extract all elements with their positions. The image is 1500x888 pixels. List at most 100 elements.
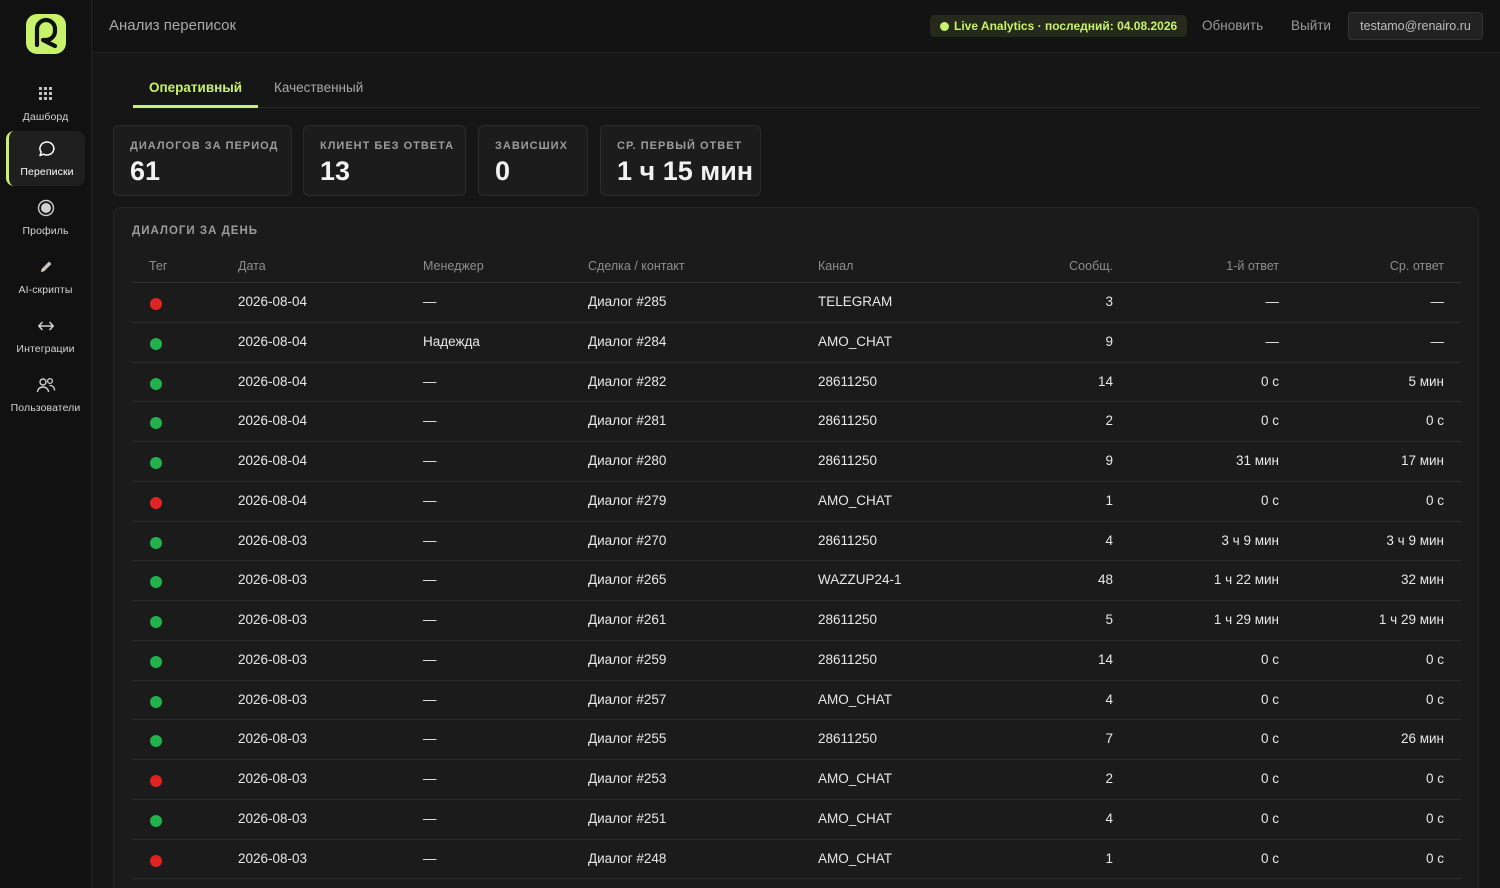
refresh-button[interactable]: Обновить xyxy=(1202,18,1263,33)
cell-manager: — xyxy=(423,612,437,627)
table-row[interactable]: 2026-08-03 — Диалог #265 WAZZUP24-1 48 1 ч 22… xyxy=(132,561,1461,601)
cell-channel: AMO_CHAT xyxy=(818,810,893,826)
cell-manager: — xyxy=(423,731,437,747)
column-header-avg-response[interactable]: Ср. ответ xyxy=(1324,259,1444,273)
cell-deal: Диалог #265 xyxy=(588,572,667,588)
cell-messages: 9 xyxy=(1105,453,1113,468)
sidebar-item-integrations[interactable]: Интеграции xyxy=(6,308,85,363)
cell-channel: 28611250 xyxy=(818,413,878,429)
cell-date: 2026-08-04 xyxy=(238,453,308,468)
sidebar-item-profile[interactable]: Профиль xyxy=(6,190,85,245)
cell-date: 2026-08-04 xyxy=(238,333,308,349)
column-header-manager[interactable]: Менеджер xyxy=(423,259,484,273)
cell-deal: Диалог #253 xyxy=(588,771,667,786)
table-row[interactable]: 2026-08-03 — Диалог #259 28611250 14 0 с 0 с xyxy=(132,641,1461,681)
chat-bubble-icon xyxy=(9,139,85,159)
cell-messages: 14 xyxy=(1097,373,1113,389)
cell-date: 2026-08-03 xyxy=(238,572,308,588)
table-row[interactable]: 2026-08-03 — Диалог #270 28611250 4 3 ч 9 мин… xyxy=(132,522,1461,562)
cell-first-response: 0 с xyxy=(1260,413,1279,429)
cell-deal: Диалог #270 xyxy=(588,532,667,548)
table-row[interactable]: 2026-08-03 — Диалог #251 AMO_CHAT 4 0 с 0 с xyxy=(132,800,1461,840)
top-header: Анализ переписок Live Analytics · послед… xyxy=(92,0,1500,53)
user-email-chip[interactable]: testamo@renairo.ru xyxy=(1348,12,1483,40)
table-row[interactable]: 2026-08-04 — Диалог #285 TELEGRAM 3 — — xyxy=(132,283,1461,323)
sidebar-item-label: Дашборд xyxy=(22,111,69,123)
table-row[interactable]: 2026-08-04 Надежда Диалог #284 AMO_CHAT 9 — — xyxy=(132,323,1461,363)
sidebar-item-ai-scripts[interactable]: AI-скрипты xyxy=(6,249,85,304)
stat-label: ЗАВИСШИХ xyxy=(495,140,568,152)
cell-first-response: — xyxy=(1265,294,1280,309)
cell-deal: Диалог #248 xyxy=(588,850,667,866)
cell-first-response: 0 с xyxy=(1260,651,1279,667)
live-analytics-badge: Live Analytics · последний: 04.08.2026 xyxy=(930,15,1187,37)
cell-manager: — xyxy=(423,572,437,588)
cell-manager: Надежда xyxy=(423,333,480,349)
pencil-icon xyxy=(6,257,85,277)
column-header-date[interactable]: Дата xyxy=(238,259,266,273)
cell-channel: AMO_CHAT xyxy=(818,771,893,786)
cell-messages: 2 xyxy=(1105,771,1113,786)
table-row[interactable]: 2026-08-03 — Диалог #261 28611250 5 1 ч 29 ми… xyxy=(132,601,1461,641)
table-row[interactable]: 2026-08-04 — Диалог #280 28611250 9 31 мин 17 … xyxy=(132,442,1461,482)
sidebar-item-label: Интеграции xyxy=(16,343,75,355)
status-green-icon xyxy=(150,536,162,549)
tab-operational[interactable]: Оперативный xyxy=(149,80,242,95)
column-header-tag[interactable]: Тег xyxy=(149,259,167,273)
table-row[interactable]: 2026-08-04 — Диалог #281 28611250 2 0 с 0 с xyxy=(132,402,1461,442)
cell-messages: 1 xyxy=(1105,850,1113,866)
status-red-icon xyxy=(150,298,162,310)
table-row[interactable]: 2026-08-03 — Диалог #257 AMO_CHAT 4 0 с 0 с xyxy=(132,681,1461,721)
sidebar-item-label: Пользователи xyxy=(10,402,81,414)
table-row[interactable]: 2026-08-04 — Диалог #279 AMO_CHAT 1 0 с 0 с xyxy=(132,482,1461,522)
cell-avg-response: 3 ч 9 мин xyxy=(1386,532,1444,548)
cell-date: 2026-08-03 xyxy=(238,612,308,627)
status-green-icon xyxy=(150,457,162,469)
table-row[interactable]: 2026-08-03 — Диалог #248 AMO_CHAT 1 0 с 0 с xyxy=(132,840,1461,880)
active-tab-indicator xyxy=(133,105,258,108)
cell-first-response: 31 мин xyxy=(1235,453,1279,468)
column-header-channel[interactable]: Канал xyxy=(818,259,853,273)
tab-qualitative[interactable]: Качественный xyxy=(274,80,363,95)
cell-date: 2026-08-04 xyxy=(238,413,308,429)
stat-value: 1 ч 15 мин xyxy=(617,156,754,186)
cell-manager: — xyxy=(423,810,437,826)
sidebar-item-chats[interactable]: Переписки xyxy=(6,131,85,186)
logout-button[interactable]: Выйти xyxy=(1291,18,1331,33)
stat-value: 13 xyxy=(320,156,351,186)
status-green-icon xyxy=(150,814,162,827)
cell-date: 2026-08-03 xyxy=(238,850,308,866)
cell-manager: — xyxy=(423,373,437,389)
status-green-icon xyxy=(150,417,162,430)
cell-deal: Диалог #261 xyxy=(588,612,667,627)
table-row[interactable]: 2026-08-04 — Диалог #282 28611250 14 0 с 5 мин xyxy=(132,363,1461,403)
cell-date: 2026-08-03 xyxy=(238,771,308,786)
sidebar-item-users[interactable]: Пользователи xyxy=(6,367,85,422)
stat-label: ДИАЛОГОВ ЗА ПЕРИОД xyxy=(130,140,279,152)
cell-avg-response: 0 с xyxy=(1425,810,1444,826)
column-header-deal[interactable]: Сделка / контакт xyxy=(588,259,685,273)
cell-manager: — xyxy=(423,850,437,866)
sidebar-item-label: Профиль xyxy=(22,225,69,237)
table-row[interactable]: 2026-08-03 — Диалог #253 AMO_CHAT 2 0 с 0 с xyxy=(132,760,1461,800)
cell-channel: AMO_CHAT xyxy=(818,850,893,866)
status-green-icon xyxy=(150,377,162,390)
sidebar-item-dashboard[interactable]: Дашборд xyxy=(6,76,85,131)
cell-manager: — xyxy=(423,651,437,667)
cell-channel: AMO_CHAT xyxy=(818,492,893,508)
table-row[interactable]: 2026-08-03 — Диалог #255 28611250 7 0 с 26 мин xyxy=(132,720,1461,760)
profile-icon xyxy=(6,198,85,218)
column-header-first-response[interactable]: 1-й ответ xyxy=(1159,259,1279,273)
column-header-messages[interactable]: Сообщ. xyxy=(993,259,1113,273)
cell-avg-response: 0 с xyxy=(1425,691,1444,707)
cell-avg-response: 0 с xyxy=(1425,771,1444,786)
arrows-icon xyxy=(6,316,85,336)
cell-messages: 7 xyxy=(1105,731,1113,747)
cell-first-response: 0 с xyxy=(1260,810,1279,826)
logo-icon[interactable] xyxy=(26,14,66,54)
cell-first-response: 0 с xyxy=(1260,850,1279,866)
status-red-icon xyxy=(150,496,162,509)
cell-avg-response: 0 с xyxy=(1425,651,1444,667)
cell-avg-response: 32 мин xyxy=(1400,572,1444,588)
sidebar-item-label: AI-скрипты xyxy=(18,284,73,296)
